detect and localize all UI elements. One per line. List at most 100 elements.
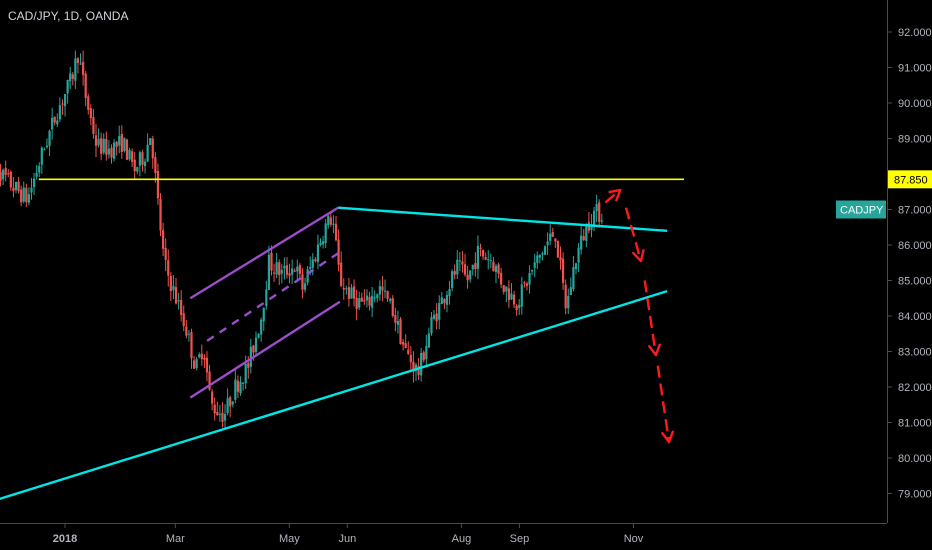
candle-bearish [329,217,332,225]
candle-bullish [30,187,33,193]
candle-bullish [195,358,198,368]
candle-bullish [430,317,433,334]
candle-bullish [291,268,294,275]
candle-bearish [185,326,188,336]
candle-bullish [451,271,454,289]
time-tick-label: May [279,533,300,545]
candle-bullish [538,254,541,258]
candle-bullish [283,265,286,269]
price-chart[interactable]: 92.00091.00090.00089.00088.00087.00086.0… [0,0,932,550]
candle-bullish [365,295,369,301]
candle-bearish [551,232,554,237]
candle-bearish [582,236,585,240]
candle-bearish [363,300,366,302]
candle-bearish [162,230,165,249]
candle-bullish [107,148,111,155]
candle-bullish [143,161,147,167]
candle-bearish [236,380,240,392]
candle-bullish [541,253,544,255]
candle-bearish [355,297,358,310]
candle-bullish [239,381,242,394]
candle-bullish [244,363,247,384]
candle-bearish [105,139,108,155]
price-tick-label: 84.000 [898,311,932,323]
candle-bearish [164,247,167,260]
candle-bullish [138,152,141,166]
candle-bullish [373,297,376,299]
candle-bearish [463,264,467,275]
candle-bullish [533,262,536,268]
candle-bullish [585,224,588,241]
candle-bearish [71,74,74,79]
candle-bearish [174,287,178,304]
price-tick-label: 83.000 [898,347,932,359]
candle-bullish [577,247,580,263]
candle-bullish [58,105,61,120]
candle-bullish [549,233,552,241]
candle-bullish [97,138,100,146]
candle-bullish [14,182,18,191]
candle-bearish [523,282,526,284]
candle-bearish [301,274,304,290]
candle-bullish [371,295,374,308]
candle-bullish [306,269,309,283]
candle-bearish [229,397,232,407]
candle-bullish [187,333,191,335]
candle-bearish [133,159,136,172]
candle-bearish [0,171,2,182]
candle-bullish [218,413,221,415]
candle-bullish [531,269,534,272]
candle-bearish [484,256,487,260]
candle-bullish [118,135,121,146]
candle-bullish [518,304,521,308]
candle-bullish [332,223,335,225]
candle-bearish [492,261,495,272]
candle-bullish [600,220,603,222]
candle-bullish [48,130,51,146]
candle-bullish [311,259,314,268]
candle-bullish [102,138,105,153]
candle-bullish [580,235,583,250]
candle-bearish [213,404,216,414]
price-tick-label: 80.000 [898,453,932,465]
candle-bearish [4,168,7,175]
candle-bullish [51,117,54,130]
candle-bearish [125,139,129,160]
candle-bearish [87,96,90,110]
candle-bullish [569,287,572,295]
candle-bullish [376,294,379,299]
candle-bearish [25,187,28,203]
candle-bearish [293,270,296,272]
candle-bullish [254,337,258,352]
candle-bullish [427,333,431,348]
candle-bullish [487,259,490,261]
candle-bearish [216,411,219,416]
candle-bullish [69,73,72,82]
candle-bearish [151,138,154,159]
candle-bearish [340,262,343,287]
candle-bullish [79,63,82,65]
candle-bearish [288,273,291,276]
candle-bearish [502,285,505,293]
candle-bullish [546,241,549,246]
candle-bearish [401,342,405,345]
candle-bullish [123,137,126,151]
candle-bearish [466,274,469,281]
candle-bearish [453,271,456,275]
candle-bullish [63,93,67,107]
candle-bullish [350,287,353,299]
candle-bullish [456,259,459,275]
price-tick-label: 82.000 [898,382,932,394]
candle-bullish [177,300,180,302]
candle-bullish [458,260,461,262]
candle-bearish [92,117,95,134]
candle-bullish [136,167,139,172]
candle-bullish [471,264,474,270]
candle-bearish [17,181,20,192]
time-tick-label: Aug [452,533,472,545]
candle-bearish [479,247,482,249]
time-tick-label: 2018 [53,533,77,545]
candle-bullish [440,297,443,305]
candle-bearish [512,294,516,305]
candle-bullish [40,147,43,165]
